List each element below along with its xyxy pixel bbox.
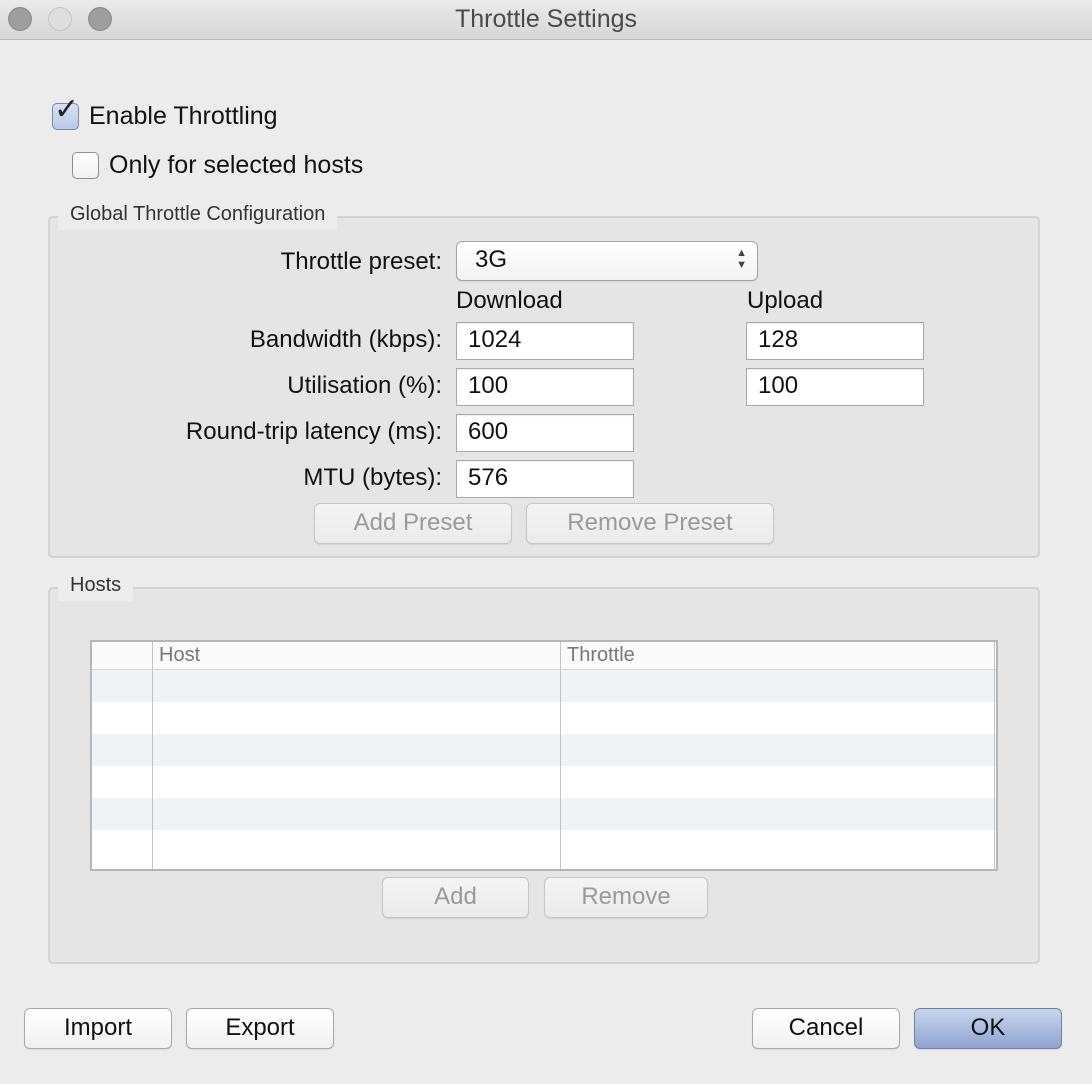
hosts-group-title: Hosts bbox=[58, 572, 134, 601]
only-selected-hosts-option[interactable]: Only for selected hosts bbox=[72, 151, 363, 180]
throttle-preset-value: 3G bbox=[475, 246, 508, 273]
cancel-button[interactable]: Cancel bbox=[752, 1008, 900, 1049]
table-row[interactable] bbox=[92, 670, 996, 702]
enable-throttling-label: Enable Throttling bbox=[89, 102, 278, 130]
mtu-field[interactable]: 576 bbox=[456, 460, 634, 498]
bandwidth-download-field[interactable]: 1024 bbox=[456, 322, 634, 360]
checkmark-icon: ✓ bbox=[54, 93, 80, 126]
global-throttle-config-title: Global Throttle Configuration bbox=[58, 201, 338, 230]
bandwidth-upload-field[interactable]: 128 bbox=[746, 322, 924, 360]
latency-label: Round-trip latency (ms): bbox=[185, 418, 442, 445]
column-divider bbox=[994, 642, 995, 869]
title-bar: Throttle Settings bbox=[0, 0, 1092, 40]
column-divider bbox=[152, 642, 153, 869]
latency-field[interactable]: 600 bbox=[456, 414, 634, 452]
table-row[interactable] bbox=[92, 798, 996, 830]
bandwidth-label: Bandwidth (kbps): bbox=[249, 326, 442, 353]
throttle-preset-select[interactable]: 3G ▲ ▼ bbox=[456, 241, 758, 281]
add-preset-button[interactable]: Add Preset bbox=[314, 503, 512, 544]
utilisation-download-field[interactable]: 100 bbox=[456, 368, 634, 406]
export-button[interactable]: Export bbox=[186, 1008, 334, 1049]
remove-host-button[interactable]: Remove bbox=[544, 877, 708, 918]
import-button[interactable]: Import bbox=[24, 1008, 172, 1049]
hosts-table[interactable]: Host Throttle bbox=[90, 640, 998, 871]
enable-throttling-option[interactable]: ✓ Enable Throttling bbox=[52, 95, 278, 131]
remove-preset-button[interactable]: Remove Preset bbox=[526, 503, 774, 544]
table-header: Host Throttle bbox=[92, 642, 996, 670]
download-column-header: Download bbox=[456, 287, 563, 314]
throttle-preset-label: Throttle preset: bbox=[280, 248, 442, 275]
table-row[interactable] bbox=[92, 734, 996, 766]
table-header-host[interactable]: Host bbox=[152, 642, 560, 670]
window-title: Throttle Settings bbox=[454, 5, 638, 33]
utilisation-upload-field[interactable]: 100 bbox=[746, 368, 924, 406]
enable-throttling-checkbox[interactable]: ✓ bbox=[52, 95, 79, 130]
ok-button[interactable]: OK bbox=[914, 1008, 1062, 1049]
add-host-button[interactable]: Add bbox=[382, 877, 529, 918]
only-selected-hosts-checkbox[interactable] bbox=[72, 152, 99, 179]
select-arrows-icon: ▲ ▼ bbox=[736, 247, 747, 271]
table-row[interactable] bbox=[92, 830, 996, 862]
table-header-index[interactable] bbox=[92, 642, 152, 670]
mtu-label: MTU (bytes): bbox=[303, 464, 442, 491]
table-row[interactable] bbox=[92, 766, 996, 798]
table-header-throttle[interactable]: Throttle bbox=[560, 642, 996, 670]
utilisation-label: Utilisation (%): bbox=[287, 372, 442, 399]
table-row[interactable] bbox=[92, 702, 996, 734]
column-divider bbox=[560, 642, 561, 869]
upload-column-header: Upload bbox=[747, 287, 824, 314]
only-selected-hosts-label: Only for selected hosts bbox=[109, 151, 364, 179]
